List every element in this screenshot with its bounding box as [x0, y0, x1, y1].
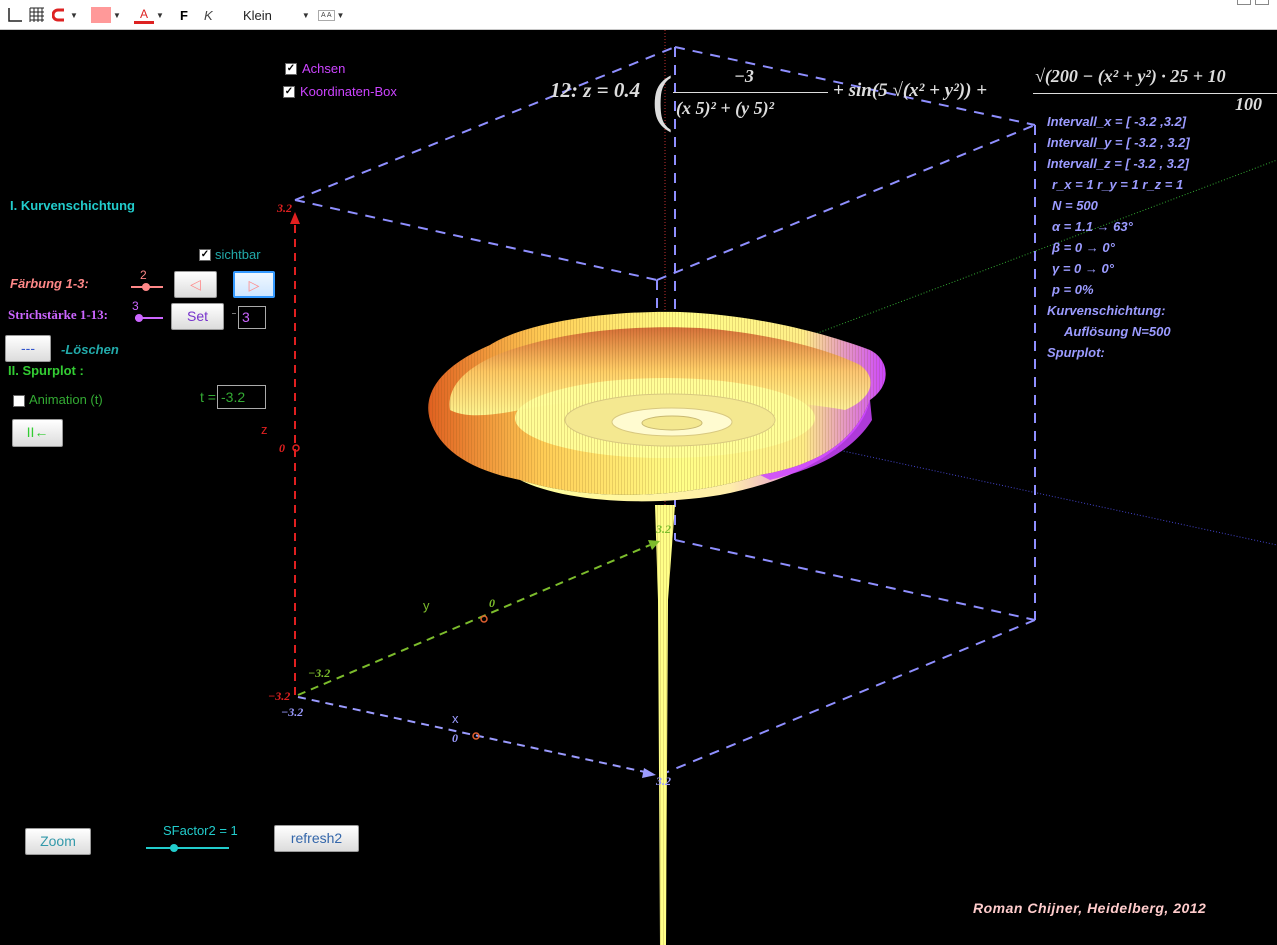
- bold-button[interactable]: F: [180, 4, 188, 26]
- grid-toggle-icon[interactable]: [28, 4, 46, 26]
- z-axis-name: z: [261, 422, 268, 437]
- reset-animation-button[interactable]: II←: [12, 419, 63, 447]
- sfactor-label: SFactor2 = 1: [163, 823, 238, 838]
- z-min-label: −3.2: [268, 689, 291, 703]
- y-max-label: 3.2: [656, 522, 671, 536]
- section-kurvenschichtung-title: I. Kurvenschichtung: [10, 198, 135, 213]
- faerbung-label: Färbung 1-3:: [10, 276, 89, 291]
- strichstaerke-input[interactable]: 3: [238, 306, 266, 329]
- y-axis-line: [297, 544, 651, 696]
- maximize-icon[interactable]: [1255, 0, 1269, 5]
- text-color-picker[interactable]: A ▼: [134, 4, 164, 26]
- author-credit: Roman Chijner, Heidelberg, 2012: [973, 900, 1207, 916]
- sfactor-slider[interactable]: [146, 847, 229, 849]
- strichstaerke-value: 3: [132, 299, 139, 313]
- x-axis-line: [297, 696, 646, 773]
- t-label: t =: [200, 389, 216, 405]
- faerbung-value: 2: [140, 268, 147, 282]
- info-gamma: γ = 0 → 0°: [1052, 261, 1114, 276]
- formula-numerator-2: √(200 − (x² + y²) · 25 + 10: [1035, 66, 1226, 86]
- info-beta: β = 0 → 0°: [1052, 240, 1115, 255]
- strichstaerke-label: Strichstärke 1-13:: [8, 307, 109, 322]
- y-min-label: −3.2: [308, 666, 331, 680]
- formula-middle: + sin(5 √(x² + y²)) +: [833, 80, 988, 101]
- sichtbar-checkbox[interactable]: ✓: [199, 249, 211, 261]
- zoom-button[interactable]: Zoom: [25, 828, 91, 855]
- info-p: p = 0%: [1052, 282, 1094, 297]
- x-max-label: 3.2: [656, 774, 671, 788]
- animation-checkbox[interactable]: [13, 395, 25, 407]
- achsen-label: Achsen: [302, 61, 346, 76]
- info-alpha: α = 1.1 → 63°: [1052, 219, 1133, 234]
- sfactor-slider-handle[interactable]: [170, 844, 178, 852]
- y-zero-label: 0: [489, 596, 495, 610]
- refresh2-button[interactable]: refresh2: [274, 825, 359, 852]
- label-style-select[interactable]: A A ▼: [318, 4, 344, 26]
- dropdown-arrow-icon: ▼: [70, 10, 78, 20]
- label-style-icon: A A: [318, 9, 335, 21]
- axes-toggle-icon[interactable]: [6, 4, 24, 26]
- x-axis-name: x: [452, 711, 459, 726]
- z-zero-label: 0: [279, 441, 285, 455]
- formula-prefix: 12: z = 0.4: [550, 78, 641, 102]
- t-input[interactable]: -3.2: [217, 385, 266, 409]
- info-n: N = 500: [1052, 198, 1098, 213]
- x-min-label: −3.2: [281, 705, 304, 719]
- dropdown-arrow-icon: ▼: [156, 10, 164, 20]
- minimize-icon[interactable]: [1237, 0, 1251, 5]
- info-kurvenschichtung: Kurvenschichtung:: [1047, 303, 1166, 318]
- faerbung-slider-handle[interactable]: [142, 283, 150, 291]
- dropdown-arrow-icon: ▼: [336, 10, 345, 20]
- text-color-icon: A: [134, 7, 154, 24]
- surface-plot: [428, 311, 886, 945]
- loeschen-label: -Löschen: [61, 342, 119, 357]
- x-axis-arrow-icon: [642, 768, 656, 778]
- graphics-view-3d[interactable]: 3.2 0 z −3.2 y 0 −3.2 3.2 x 0 −3.2 3.2 ✓…: [0, 30, 1277, 945]
- info-r-values: r_x = 1 r_y = 1 r_z = 1: [1052, 177, 1184, 192]
- italic-button[interactable]: K: [204, 4, 213, 26]
- sichtbar-label: sichtbar: [215, 247, 261, 262]
- loeschen-button[interactable]: ---: [5, 335, 51, 362]
- set-button[interactable]: Set: [171, 303, 224, 330]
- formula-denominator-2: 100: [1235, 94, 1262, 114]
- formula-paren-open: (: [652, 65, 673, 133]
- faerbung-prev-button[interactable]: ◁: [174, 271, 217, 298]
- formula-denominator-1: (x 5)² + (y 5)²: [676, 98, 775, 118]
- faerbung-next-button[interactable]: ▷: [233, 271, 275, 298]
- info-intervall-y: Intervall_y = [ -3.2 , 3.2]: [1047, 135, 1190, 150]
- magnet-icon[interactable]: ▼: [52, 4, 78, 26]
- info-intervall-z: Intervall_z = [ -3.2 , 3.2]: [1047, 156, 1189, 171]
- info-aufloesung: Auflösung N=500: [1064, 324, 1171, 339]
- strichstaerke-slider-handle[interactable]: [135, 314, 143, 322]
- dropdown-arrow-icon: ▼: [301, 10, 310, 20]
- text-size-select[interactable]: Klein ▼: [243, 4, 310, 26]
- y-axis-name: y: [423, 598, 430, 613]
- section-spurplot-title: II. Spurplot :: [8, 363, 84, 378]
- z-max-label: 3.2: [277, 201, 292, 215]
- animation-label: Animation (t): [29, 392, 103, 407]
- koordinaten-box-label: Koordinaten-Box: [300, 84, 397, 99]
- color-picker[interactable]: ▼: [91, 4, 121, 26]
- text-size-value: Klein: [243, 7, 272, 23]
- koordinaten-box-checkbox[interactable]: ✓: [283, 86, 295, 98]
- info-intervall-x: Intervall_x = [ -3.2 ,3.2]: [1047, 114, 1187, 129]
- info-spurplot: Spurplot:: [1047, 345, 1105, 360]
- set-input-dash: [232, 313, 236, 314]
- formula-numerator-1: −3: [734, 66, 754, 86]
- style-toolbar: ▼ ▼ A ▼ F K Klein ▼ A A ▼: [0, 0, 1277, 30]
- dropdown-arrow-icon: ▼: [113, 10, 121, 20]
- x-zero-label: 0: [452, 731, 458, 745]
- formula-fraction-bar-1: [673, 92, 828, 93]
- y-origin-marker: [480, 615, 488, 623]
- color-swatch-icon: [91, 7, 111, 23]
- achsen-checkbox[interactable]: ✓: [285, 63, 297, 75]
- window-controls: [1233, 0, 1277, 6]
